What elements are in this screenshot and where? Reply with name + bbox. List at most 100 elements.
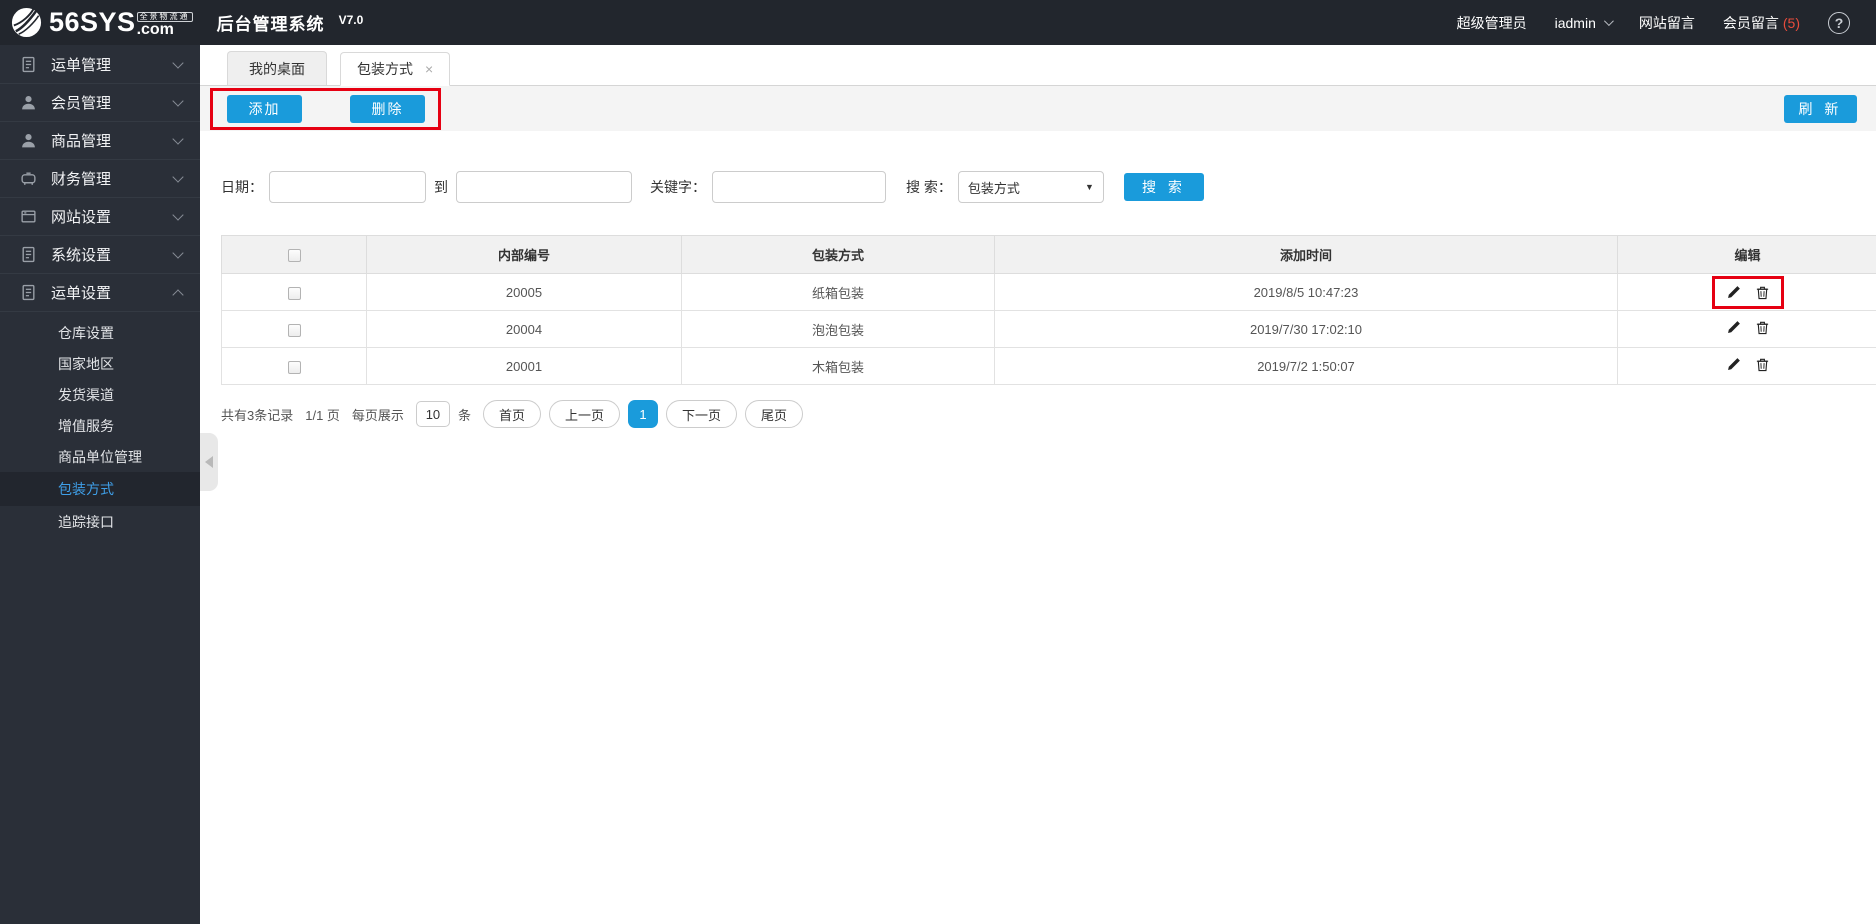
content-area: 我的桌面 包装方式 × 添加 删除 刷 新 日期： 到 关键字： 搜 索： 包装…	[200, 45, 1876, 924]
submenu-label: 发货渠道	[58, 386, 114, 403]
chevron-down-icon	[172, 208, 184, 221]
prev-page-button[interactable]: 上一页	[548, 400, 620, 428]
tab-my-desktop[interactable]: 我的桌面	[227, 51, 327, 85]
delete-trash-icon[interactable]	[1755, 357, 1770, 372]
sidebar-item-system-settings[interactable]: 系统设置	[0, 236, 200, 274]
date-to-label: 到	[434, 179, 448, 195]
sidebar-collapse-handle[interactable]	[200, 433, 218, 491]
keyword-input[interactable]	[712, 171, 886, 203]
row-checkbox[interactable]	[287, 360, 301, 374]
close-icon[interactable]: ×	[425, 62, 433, 76]
search-type-select[interactable]: 包装方式 ▼	[957, 171, 1104, 203]
tab-label: 包装方式	[357, 61, 413, 77]
search-type-selected-value: 包装方式	[967, 180, 1020, 196]
row-actions	[1726, 285, 1770, 300]
header-checkbox-cell	[221, 235, 367, 274]
header-internal-no: 内部编号	[366, 235, 682, 274]
select-all-checkbox[interactable]	[287, 249, 301, 263]
chevron-down-icon	[172, 132, 184, 145]
sidebar-item-member-mgmt[interactable]: 会员管理	[0, 84, 200, 122]
logo-text: 56SYS	[49, 7, 136, 37]
logo-suffix-wrap: 全景物流通 .com	[136, 11, 193, 38]
user-role-label: 超级管理员	[1456, 14, 1527, 31]
first-page-button[interactable]: 首页	[482, 400, 541, 428]
document-icon	[22, 56, 35, 73]
help-icon[interactable]: ?	[1828, 11, 1850, 34]
per-page-unit: 条	[457, 407, 471, 423]
sidebar-item-label: 会员管理	[51, 95, 112, 112]
per-page-label: 每页展示	[351, 407, 404, 423]
sidebar-item-label: 商品管理	[51, 133, 112, 150]
cell-added: 2019/8/5 10:47:23	[994, 273, 1618, 311]
last-page-button[interactable]: 尾页	[745, 400, 804, 428]
logo-globe-icon	[11, 7, 42, 38]
total-records-text: 共有3条记录	[221, 407, 294, 423]
row-actions	[1726, 320, 1770, 335]
table-row: 20004 泡泡包装 2019/7/30 17:02:10	[221, 310, 1876, 348]
packing-method-table: 内部编号 包装方式 添加时间 编辑 20005 纸箱包装 2019/8/5 10…	[221, 235, 1876, 385]
edit-pencil-icon[interactable]	[1726, 320, 1741, 335]
header-added-time: 添加时间	[994, 235, 1618, 274]
per-page-input[interactable]	[415, 401, 450, 427]
delete-button[interactable]: 删除	[350, 94, 425, 123]
submenu-item-shipping-channel[interactable]: 发货渠道	[0, 379, 200, 410]
cell-added: 2019/7/2 1:50:07	[994, 347, 1618, 385]
add-button[interactable]: 添加	[227, 94, 302, 123]
search-button[interactable]: 搜 索	[1123, 173, 1204, 201]
submenu-item-tracking-api[interactable]: 追踪接口	[0, 506, 200, 537]
refresh-button[interactable]: 刷 新	[1784, 94, 1857, 123]
submenu-label: 增值服务	[58, 417, 114, 434]
member-messages-label: 会员留言	[1722, 14, 1779, 31]
chevron-up-icon	[172, 288, 184, 301]
current-page-button[interactable]: 1	[627, 400, 658, 428]
submenu-label: 国家地区	[58, 355, 114, 372]
submenu-label: 追踪接口	[58, 513, 114, 530]
edit-pencil-icon[interactable]	[1726, 357, 1741, 372]
row-checkbox[interactable]	[287, 323, 301, 337]
topbar-user-area: 超级管理员 iadmin 网站留言 会员留言 (5) ?	[1429, 11, 1850, 34]
sidebar-item-website-settings[interactable]: 网站设置	[0, 198, 200, 236]
row-checkbox[interactable]	[287, 286, 301, 300]
row-actions	[1726, 357, 1770, 372]
next-page-button[interactable]: 下一页	[665, 400, 737, 428]
sidebar-item-label: 系统设置	[51, 247, 112, 264]
sidebar-item-finance-mgmt[interactable]: 财务管理	[0, 160, 200, 198]
sidebar-item-label: 运单管理	[51, 57, 112, 74]
sidebar-item-label: 网站设置	[51, 209, 112, 226]
browser-window-icon	[21, 210, 36, 223]
chevron-down-icon	[172, 246, 184, 259]
submenu-item-packing-method[interactable]: 包装方式	[0, 472, 200, 506]
search-form: 日期： 到 关键字： 搜 索： 包装方式 ▼ 搜 索	[221, 171, 1876, 203]
sidebar-item-waybill-settings[interactable]: 运单设置	[0, 274, 200, 312]
keyword-label: 关键字：	[650, 179, 706, 195]
cell-packing: 木箱包装	[681, 347, 995, 385]
waybill-settings-submenu: 仓库设置 国家地区 发货渠道 增值服务 商品单位管理 包装方式 追踪接口	[0, 312, 200, 543]
delete-trash-icon[interactable]	[1755, 285, 1770, 300]
document-icon	[22, 246, 35, 263]
sidebar-item-goods-mgmt[interactable]: 商品管理	[0, 122, 200, 160]
delete-trash-icon[interactable]	[1755, 320, 1770, 335]
submenu-item-value-added-service[interactable]: 增值服务	[0, 410, 200, 441]
edit-pencil-icon[interactable]	[1726, 285, 1741, 300]
annotation-box-row-edit	[1711, 275, 1784, 309]
submenu-item-warehouse-settings[interactable]: 仓库设置	[0, 317, 200, 348]
date-to-input[interactable]	[456, 171, 632, 203]
member-messages-link[interactable]: 会员留言 (5)	[1723, 13, 1800, 33]
username: iadmin	[1554, 14, 1596, 31]
triangle-left-icon	[205, 456, 213, 468]
document-icon	[22, 284, 35, 301]
date-from-input[interactable]	[269, 171, 426, 203]
tab-packing-method[interactable]: 包装方式 ×	[340, 52, 451, 86]
submenu-label: 商品单位管理	[58, 448, 142, 465]
cell-internal-no: 20001	[366, 347, 682, 385]
search-by-label: 搜 索：	[906, 179, 952, 195]
site-messages-link[interactable]: 网站留言	[1639, 13, 1695, 33]
caret-down-icon: ▼	[1084, 182, 1094, 192]
sidebar-item-waybill-mgmt[interactable]: 运单管理	[0, 46, 200, 84]
submenu-item-goods-unit-mgmt[interactable]: 商品单位管理	[0, 441, 200, 472]
submenu-item-country-region[interactable]: 国家地区	[0, 348, 200, 379]
cell-internal-no: 20004	[366, 310, 682, 348]
app-version: V7.0	[338, 12, 364, 27]
user-menu[interactable]: iadmin	[1554, 14, 1614, 31]
topbar-brand: 56SYS 全景物流通 .com 后台管理系统 V7.0	[10, 6, 363, 39]
